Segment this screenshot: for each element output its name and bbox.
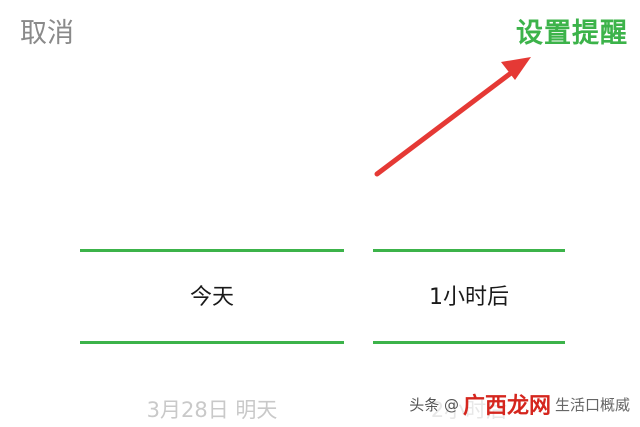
selection-line-top	[373, 249, 565, 252]
watermark-brand: 广西龙网	[462, 394, 551, 419]
selection-line-bottom	[373, 341, 565, 344]
watermark-suffix: 生活口概威	[554, 395, 630, 414]
arrow-annotation-icon	[374, 57, 531, 177]
watermark-prefix: 头条 @	[409, 395, 459, 414]
selection-line-bottom	[80, 341, 344, 344]
selection-line-top	[80, 249, 344, 252]
watermark: 头条 @ 广西龙网 生活口概威	[409, 386, 630, 422]
selected-time[interactable]: 1小时后	[373, 280, 565, 316]
next-day-option[interactable]: 3月28日 明天	[80, 393, 344, 427]
selected-day[interactable]: 今天	[80, 280, 344, 316]
